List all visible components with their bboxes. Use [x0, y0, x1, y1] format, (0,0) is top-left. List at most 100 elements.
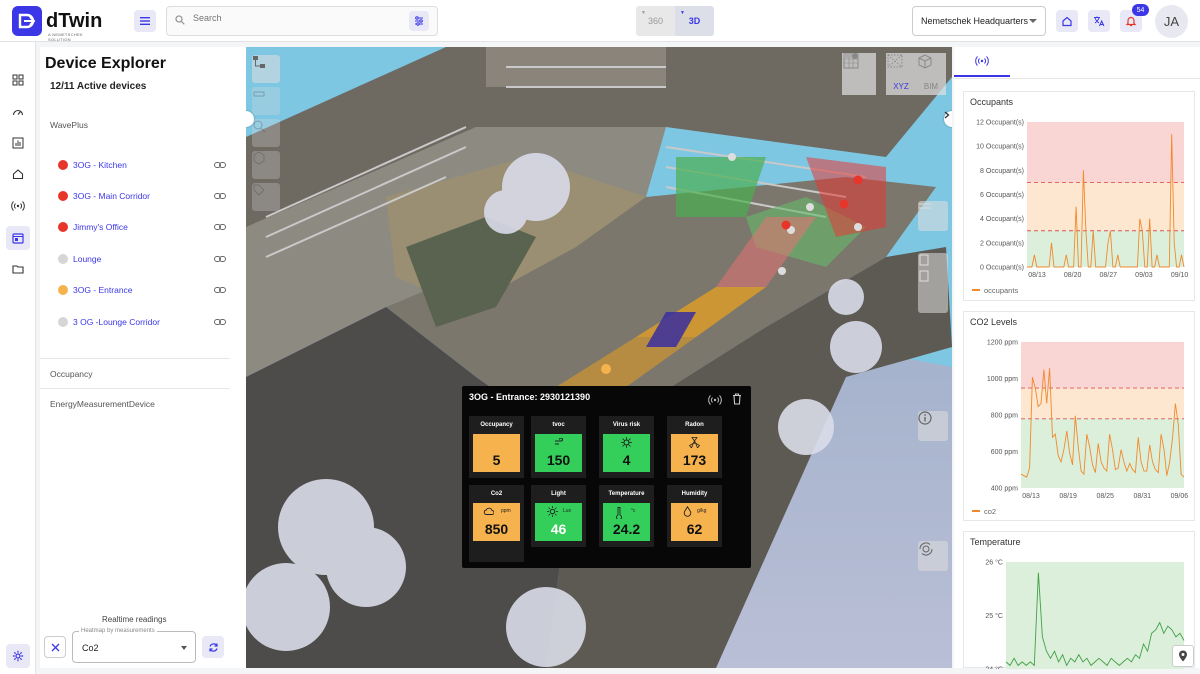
link-icon[interactable] [214, 317, 226, 327]
zoom-tool[interactable] [252, 119, 280, 147]
link-icon[interactable] [214, 285, 226, 295]
device-item[interactable]: Lounge [58, 250, 226, 268]
broadcast-icon [975, 56, 989, 66]
tab-sensors[interactable] [954, 47, 1010, 77]
section-tool[interactable] [252, 151, 280, 179]
reading-tile-radon[interactable]: Radon 173 [667, 416, 722, 478]
broadcast-icon[interactable] [708, 394, 722, 406]
droplet-icon [683, 506, 692, 517]
view-3d-button[interactable]: ▼ 3D [675, 6, 714, 36]
xyz-mode-button[interactable]: XYZ [886, 53, 916, 95]
link-icon[interactable] [214, 254, 226, 264]
home-button[interactable] [1056, 10, 1078, 32]
link-icon[interactable] [214, 160, 226, 170]
dashboard-grid-icon [12, 74, 24, 86]
map-pin-icon [1179, 650, 1187, 662]
settings-button[interactable] [6, 644, 30, 668]
tile-unit: g/kg [697, 508, 707, 514]
device-item[interactable]: 3 OG -Lounge Corridor [58, 313, 226, 331]
close-heatmap-button[interactable] [44, 636, 66, 658]
trash-icon[interactable] [732, 393, 742, 405]
y-tick-label: 800 ppm [991, 413, 1018, 420]
nav-dashboard-button[interactable] [6, 68, 30, 92]
reading-tile-temperature[interactable]: Temperature °c 24.2 [599, 485, 654, 547]
x-tick-label: 09/06 [1171, 493, 1189, 500]
model-tree-button[interactable] [252, 55, 280, 83]
group-energy-measurement[interactable]: EnergyMeasurementDevice [50, 399, 155, 409]
temperature-chart[interactable]: 26 °C 25 °C 24 °C [964, 532, 1196, 669]
tag-tool[interactable] [252, 183, 280, 211]
device-item[interactable]: Jimmy's Office [58, 218, 226, 236]
app-logo[interactable]: dTwin A NEMETSCHEK SOLUTION [12, 6, 102, 42]
bar-chart-icon [12, 137, 24, 149]
layers-icon [919, 254, 929, 282]
cube-icon [253, 151, 265, 165]
link-icon[interactable] [214, 222, 226, 232]
top-bar: dTwin A NEMETSCHEK SOLUTION ▼360 ▼3D Nem… [0, 0, 1200, 42]
tile-value-box: 4 [603, 434, 650, 472]
legend-label: co2 [984, 507, 996, 516]
info-button[interactable] [918, 411, 948, 441]
floor-selector[interactable] [918, 253, 948, 313]
reset-view-button[interactable] [918, 541, 948, 571]
occupants-chart[interactable]: 12 Occupant(s) 10 Occupant(s) 8 Occupant(s… [964, 92, 1196, 302]
menu-button[interactable] [134, 10, 156, 32]
reading-tile-tvoc[interactable]: tvoc 150 [531, 416, 586, 478]
y-tick-label: 4 Occupant(s) [980, 216, 1024, 223]
page-title: Device Explorer [45, 55, 166, 72]
device-label: 3OG - Kitchen [73, 160, 127, 170]
x-tick-label: 08/31 [1134, 493, 1152, 500]
status-dot-red [58, 222, 68, 232]
view-360-button[interactable]: ▼ 360 [636, 6, 675, 36]
heatmap-measurement-select[interactable]: Heatmap by measurements Co2 [72, 628, 196, 663]
co2-chart[interactable]: 1200 ppm 1000 ppm 800 ppm 600 ppm 400 ppm 08/… [964, 312, 1196, 522]
status-dot-grey [58, 254, 68, 264]
group-waveplus[interactable]: WavePlus [50, 120, 88, 130]
info-icon [918, 411, 932, 425]
bim-mode-button[interactable]: BIM [916, 53, 946, 95]
location-select[interactable]: Nemetschek Headquarters [912, 6, 1046, 36]
map-button[interactable] [1172, 645, 1194, 667]
reading-tile-virus-risk[interactable]: Virus risk 4 [599, 416, 654, 478]
search-input[interactable] [193, 13, 393, 23]
reading-tile-co2[interactable]: Co2 ppm 850 [469, 485, 524, 547]
reading-tile-humidity[interactable]: Humidity g/kg 62 [667, 485, 722, 547]
device-item[interactable]: 3OG - Kitchen [58, 156, 226, 174]
charts-panel: Occupants 12 Occupant(s) 10 Occupant(s) 8 … [954, 47, 1200, 669]
measure-tool[interactable] [252, 87, 280, 115]
language-button[interactable] [1088, 10, 1110, 32]
tile-value-box: °c 24.2 [603, 503, 650, 541]
close-icon [51, 643, 59, 651]
nav-gauge-button[interactable] [6, 100, 30, 124]
popup-title: 3OG - Entrance: 2930121390 [469, 392, 591, 402]
filter-button[interactable] [409, 11, 429, 31]
nav-device-explorer-button[interactable] [6, 226, 30, 250]
hamburger-icon [140, 17, 150, 25]
3d-viewer[interactable]: XYZ BIM 3OG - Entrance: 2930121390 Occup… [246, 47, 952, 668]
divider [954, 78, 1200, 79]
co2-chart-card: CO2 Levels 1200 ppm 1000 ppm 800 ppm 600 pp… [963, 311, 1195, 521]
xyz-mode-label: XYZ [893, 82, 909, 91]
translate-icon [1094, 16, 1105, 27]
nav-sensors-button[interactable] [6, 194, 30, 218]
group-occupancy[interactable]: Occupancy [50, 369, 93, 379]
device-label: 3 OG -Lounge Corridor [73, 317, 160, 327]
ruler-icon [253, 91, 265, 97]
sun-icon [547, 506, 558, 517]
x-tick-label: 08/20 [1064, 272, 1082, 279]
device-item[interactable]: 3OG - Main Corridor [58, 187, 226, 205]
link-icon[interactable] [214, 191, 226, 201]
user-avatar[interactable]: JA [1155, 5, 1188, 38]
point-cloud-toggle[interactable] [842, 53, 876, 95]
device-item[interactable]: 3OG - Entrance [58, 281, 226, 299]
divider [40, 358, 230, 359]
bell-icon [1125, 16, 1137, 27]
nav-reports-button[interactable] [6, 131, 30, 155]
broadcast-icon [11, 201, 25, 211]
nav-files-button[interactable] [6, 257, 30, 281]
reading-tile-light[interactable]: Light Lux 46 [531, 485, 586, 547]
reading-tile-occupancy[interactable]: Occupancy 5 [469, 416, 524, 478]
grid-overlay-button[interactable] [918, 201, 948, 231]
refresh-button[interactable] [202, 636, 224, 658]
nav-buildings-button[interactable] [6, 162, 30, 186]
